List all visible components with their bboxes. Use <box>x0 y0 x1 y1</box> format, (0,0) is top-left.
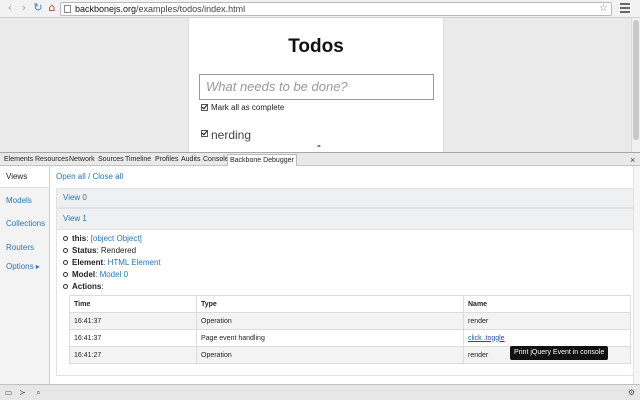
sidebar-item-options[interactable]: Options ▸ <box>0 256 49 278</box>
todo-item-checkbox[interactable] <box>201 130 208 137</box>
url-host: backbonejs.org <box>75 4 137 14</box>
todo-item-label[interactable]: nerding <box>211 128 251 142</box>
prop-actions: Actions: <box>63 282 104 291</box>
prop-element: Element: HTML Element <box>63 258 161 267</box>
row-type: Operation <box>196 346 464 364</box>
page-scrollbar-thumb[interactable] <box>633 20 639 140</box>
table-row: 16:41:37 Page event handling click .togg… <box>69 329 631 347</box>
prop-model: Model: Model 0 <box>63 270 128 279</box>
tab-timeline[interactable]: Timeline <box>125 155 151 165</box>
tab-console[interactable]: Console <box>203 155 229 165</box>
page-icon <box>64 5 71 13</box>
url-path: /examples/todos/index.html <box>136 4 246 14</box>
prop-status: Status: Rendered <box>63 246 136 255</box>
browser-toolbar: ‹ › ↻ ⌂ backbonejs.org/examples/todos/in… <box>0 0 640 18</box>
tab-network[interactable]: Network <box>69 155 95 165</box>
view-item-0[interactable]: View 0 <box>56 188 634 208</box>
col-name-header: Name <box>463 295 631 313</box>
close-all-link[interactable]: Close all <box>93 172 124 181</box>
search-icon[interactable]: ⌕ <box>33 387 44 398</box>
tab-resources[interactable]: Resources <box>35 155 68 165</box>
row-type: Page event handling <box>196 329 464 347</box>
tab-elements[interactable]: Elements <box>4 155 33 165</box>
mark-all-checkbox[interactable] <box>201 104 208 111</box>
view-item-1[interactable]: View 1 <box>56 208 634 230</box>
sidebar-item-views[interactable]: Views <box>0 166 49 188</box>
sidebar-item-models[interactable]: Models <box>0 190 49 212</box>
home-button[interactable]: ⌂ <box>46 2 58 14</box>
link-separator: / <box>88 172 91 181</box>
bookmark-star-icon[interactable]: ☆ <box>599 3 608 15</box>
devtools-tab-bar: Elements Resources Network Sources Timel… <box>0 152 640 167</box>
table-header-row: Time Type Name <box>69 295 631 313</box>
open-all-link[interactable]: Open all <box>56 172 86 181</box>
prop-this: this: [object Object] <box>63 234 142 243</box>
todo-app: Todos What needs to be done? Mark all as… <box>188 18 444 153</box>
open-close-links: Open all / Close all <box>56 172 123 181</box>
table-row: 16:41:37 Operation render <box>69 312 631 330</box>
url-text[interactable]: backbonejs.org/examples/todos/index.html <box>75 4 245 15</box>
row-time: 16:41:37 <box>69 312 197 330</box>
dock-icon[interactable]: ▭ <box>3 387 14 398</box>
print-event-tooltip: Print jQuery Event in console <box>510 346 609 360</box>
tab-sources[interactable]: Sources <box>98 155 124 165</box>
gear-icon[interactable]: ⚙ <box>626 387 637 398</box>
sidebar-item-collections[interactable]: Collections <box>0 213 49 235</box>
reload-button[interactable]: ↻ <box>32 2 44 14</box>
browser-menu-icon[interactable] <box>620 3 632 15</box>
row-type: Operation <box>196 312 464 330</box>
devtools-close-icon[interactable]: × <box>630 154 635 166</box>
row-name-cell: click .toggle <box>463 329 631 347</box>
tab-profiles[interactable]: Profiles <box>155 155 178 165</box>
page-viewport: Todos What needs to be done? Mark all as… <box>0 18 640 153</box>
debugger-sidebar: Views Models Collections Routers Options… <box>0 166 50 384</box>
forward-button[interactable]: › <box>18 2 30 14</box>
row-time: 16:41:37 <box>69 329 197 347</box>
status-value: Rendered <box>100 246 137 255</box>
row-time: 16:41:27 <box>69 346 197 364</box>
devtools-status-bar: ▭ ≻ ⌕ ⚙ <box>0 384 640 400</box>
tab-audits[interactable]: Audits <box>181 155 200 165</box>
panel-scrollbar[interactable] <box>633 166 640 384</box>
address-bar[interactable]: backbonejs.org/examples/todos/index.html… <box>60 2 612 16</box>
new-todo-input[interactable]: What needs to be done? <box>199 74 434 100</box>
page-title: Todos <box>288 36 344 57</box>
back-button[interactable]: ‹ <box>4 2 16 14</box>
col-type-header: Type <box>196 295 464 313</box>
row-name: render <box>463 312 631 330</box>
mark-all-label: Mark all as complete <box>211 103 285 112</box>
element-value-link[interactable]: HTML Element <box>108 258 161 267</box>
page-scrollbar[interactable] <box>631 18 640 152</box>
console-drawer-icon[interactable]: ≻ <box>17 387 28 398</box>
this-value-link[interactable]: [object Object] <box>91 234 142 243</box>
views-panel: Open all / Close all View 0 View 1 this:… <box>50 166 640 384</box>
col-time-header: Time <box>69 295 197 313</box>
model-value-link[interactable]: Model 0 <box>100 270 128 279</box>
row-name-link[interactable]: click .toggle <box>468 335 505 342</box>
